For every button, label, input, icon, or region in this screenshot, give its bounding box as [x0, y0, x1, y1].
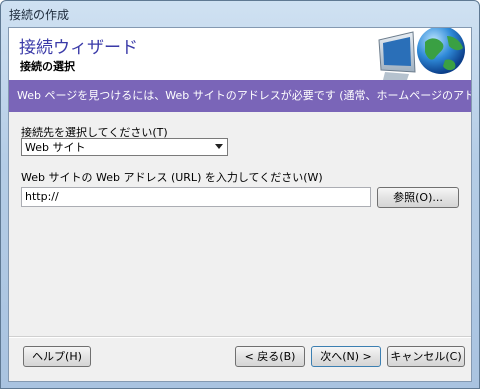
wizard-subtitle: 接続の選択	[20, 60, 75, 73]
next-button[interactable]: 次へ(N) >	[311, 346, 381, 367]
url-label: Web サイトの Web アドレス (URL) を入力してください(W)	[21, 171, 323, 184]
chevron-down-icon[interactable]	[215, 144, 223, 149]
cancel-button[interactable]: キャンセル(C)	[387, 346, 465, 367]
wizard-body: 接続ウィザード 接続の選択 Web ページを見つけるには、Web サイトのアドレ…	[8, 27, 472, 382]
url-input[interactable]: http://	[21, 187, 371, 207]
browse-button[interactable]: 参照(O)...	[377, 187, 459, 208]
globe-monitor-icon	[378, 28, 465, 80]
connect-type-value: Web サイト	[25, 141, 86, 154]
footer-divider	[9, 336, 471, 338]
help-button[interactable]: ヘルプ(H)	[23, 346, 91, 367]
window-title: 接続の作成	[9, 8, 70, 22]
wizard-header: 接続ウィザード 接続の選択	[9, 28, 471, 80]
info-banner: Web ページを見つけるには、Web サイトのアドレスが必要です (通常、ホーム…	[9, 80, 471, 112]
wizard-title: 接続ウィザード	[19, 38, 138, 58]
title-bar[interactable]: 接続の作成	[1, 1, 479, 27]
back-button[interactable]: < 戻る(B)	[235, 346, 305, 367]
wizard-window: 接続の作成 接続ウィザード 接続の選択 Web ページを見つけるには、Web サ…	[0, 0, 480, 389]
connect-type-select[interactable]: Web サイト	[21, 138, 228, 156]
